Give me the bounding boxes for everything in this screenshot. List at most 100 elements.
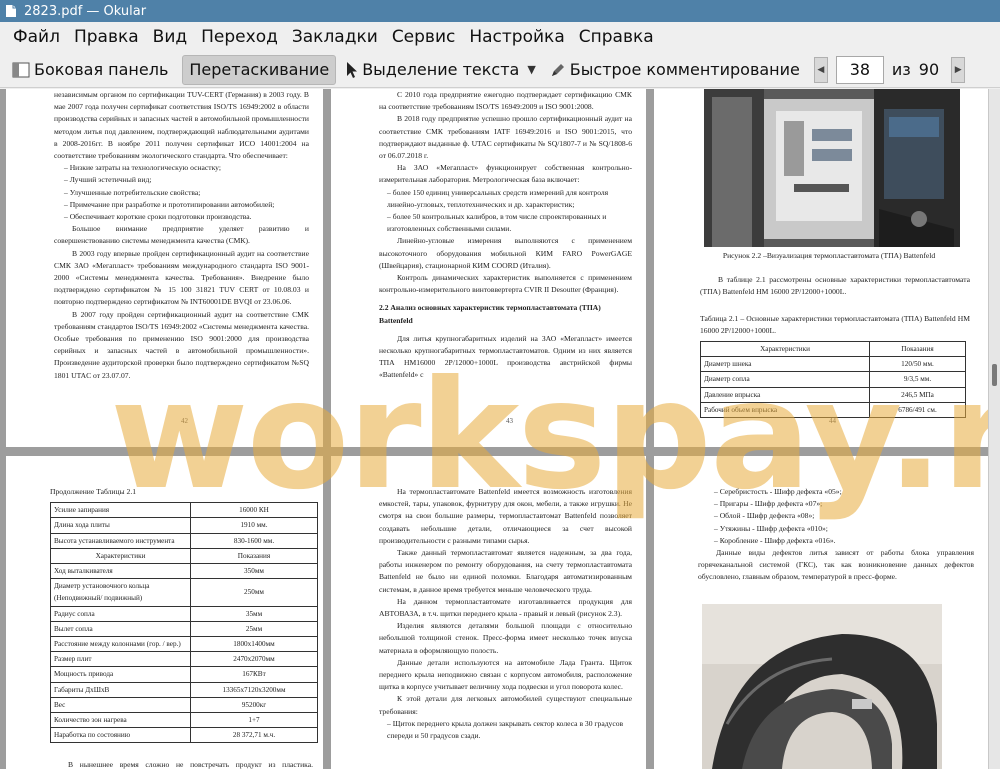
document-page-44: Рисунок 2.2 –Визуализация термопластавто…: [654, 89, 988, 447]
menu-file[interactable]: Файл: [6, 27, 67, 47]
page-number: 43: [506, 417, 513, 425]
table-cell: 9/3,5 мм.: [869, 371, 966, 388]
page-paragraph: В таблице 2.1 рассмотрены основные харак…: [700, 275, 970, 297]
quick-annotate-button[interactable]: Быстрое комментирование: [544, 55, 806, 85]
menu-go[interactable]: Переход: [194, 27, 285, 47]
table-cell: 28 372,71 м.ч.: [190, 727, 318, 744]
page-number: 44: [829, 417, 836, 425]
page-paragraph: С 2010 года предприятие ежегодно подтвер…: [379, 90, 632, 112]
table-cell: 25мм: [190, 620, 318, 638]
menu-view[interactable]: Вид: [146, 27, 194, 47]
page-paragraph: Данные виды дефектов литья зависят от ра…: [698, 548, 974, 582]
table-cell: 830-1600 мм.: [190, 532, 318, 549]
page-number: 42: [181, 417, 188, 425]
table-row: Усилие запирания 16000 КН: [50, 502, 318, 519]
previous-page-button[interactable]: ◀: [813, 56, 828, 83]
page-paragraph: Для литья крупногабаритных изделий на ЗА…: [379, 333, 632, 380]
page-number-input[interactable]: 38: [835, 55, 884, 84]
page-list: Щиток переднего крыла должен закрывать с…: [379, 718, 632, 742]
page-paragraph: Изделия являются деталями большой площад…: [379, 621, 632, 655]
cursor-arrow-icon: [347, 61, 358, 78]
pen-icon: [551, 63, 564, 76]
okular-window: 2823.pdf — Okular Файл Правка Вид Перехо…: [0, 0, 1000, 769]
table-row: Количество зон нагрева 1+7: [50, 712, 318, 729]
menu-edit[interactable]: Правка: [67, 27, 146, 47]
page-paragraph: независимым органом по сертификации TUV-…: [54, 90, 309, 161]
table-cell: Давление впрыска: [700, 386, 870, 403]
table-row: Длина хода плиты 1910 мм.: [50, 517, 318, 534]
table-row: Диаметр сопла 9/3,5 мм.: [700, 371, 966, 388]
table-cell: Расстояние между колоннами (гор. / вер.): [50, 636, 191, 653]
page-paragraph: Контроль динамических характеристик выпо…: [379, 273, 632, 295]
table-row: Радиус сопла 35мм: [50, 605, 318, 622]
table-cell: 167КВт: [190, 666, 318, 683]
table-cell: Вес: [50, 696, 191, 714]
scrollbar-thumb[interactable]: [992, 364, 997, 386]
menu-bookmarks[interactable]: Закладки: [285, 27, 385, 47]
window-title: 2823.pdf — Okular: [24, 3, 147, 19]
list-item: Серебристость - Шифр дефекта «05»;: [714, 486, 974, 498]
next-page-button[interactable]: ▶: [951, 56, 966, 83]
page-navigation: ◀ 38 из 90 ▶: [813, 55, 966, 84]
table-cell: Высота устанавливаемого инструмента: [50, 532, 191, 549]
page-paragraph: В нынешнее время сложно не повстречать п…: [68, 760, 313, 769]
table-row: Вес 95200кг: [50, 696, 318, 714]
table-cell: Наработка по состоянию: [50, 727, 191, 744]
table-cell: 2470х2070мм: [190, 651, 318, 668]
table-row: Диаметр шнека 120/50 мм.: [700, 356, 966, 373]
menu-settings[interactable]: Настройка: [462, 27, 571, 47]
table-cell: 120/50 мм.: [869, 356, 966, 373]
sidebar-icon: [12, 62, 30, 77]
list-item: более 150 единиц универсальных средств и…: [387, 187, 632, 211]
table-row: Вылет сопла 25мм: [50, 620, 318, 638]
page-paragraph: На термопластавтомате Battenfeld имеется…: [379, 487, 632, 545]
vertical-scrollbar[interactable]: [988, 89, 1000, 769]
list-item: Утяжины - Шифр дефекта «010»;: [714, 523, 974, 535]
spec-table: Характеристики Показания Диаметр шнека 120…: [700, 340, 966, 419]
okular-app-icon: [4, 4, 18, 18]
page-list: Низкие затраты на технологическую оснаст…: [54, 162, 309, 223]
table-cell: 246,5 МПа: [869, 386, 966, 403]
table-row: Характеристики Показания: [50, 547, 318, 565]
table-cell: Вылет сопла: [50, 620, 191, 638]
list-item: Обеспечивает короткие сроки подготовки п…: [64, 211, 309, 223]
table-cell: Диаметр сопла: [700, 371, 870, 388]
table-cell: Ход выталкивателя: [50, 563, 191, 580]
quick-annotate-label: Быстрое комментирование: [569, 60, 800, 79]
page-of-label: из: [891, 60, 911, 79]
list-item: Коробление - Шифр дефекта «016».: [714, 535, 974, 547]
table-row: Давление впрыска 246,5 МПа: [700, 386, 966, 403]
table-row: Расстояние между колоннами (гор. / вер.)…: [50, 636, 318, 653]
table-cell: 350мм: [190, 563, 318, 580]
table-cell: Рабочий объем впрыска: [700, 401, 870, 419]
table-cell: 35мм: [190, 605, 318, 622]
table-cell: Усилие запирания: [50, 502, 191, 519]
list-item: Облой - Шифр дефекта «08»;: [714, 510, 974, 522]
page-paragraph: На данном термопластавтомате изготавлива…: [379, 596, 632, 619]
menu-help[interactable]: Справка: [572, 27, 661, 47]
list-item: более 50 контрольных калибров, в том чис…: [387, 211, 632, 235]
table-row: Ход выталкивателя 350мм: [50, 563, 318, 580]
table-row: Мощность привода 167КВт: [50, 666, 318, 683]
table-cell: 1910 мм.: [190, 517, 318, 534]
text-select-button[interactable]: Выделение текста ▼: [340, 55, 542, 85]
table-cell: Размер плит: [50, 651, 191, 668]
chevron-down-icon[interactable]: ▼: [527, 63, 535, 76]
section-heading: 2.2 Анализ основных характеристик термоп…: [379, 303, 601, 325]
figure-caption: Рисунок 2.2 –Визуализация термопластавто…: [722, 251, 936, 260]
drag-mode-button[interactable]: Перетаскивание: [182, 54, 337, 85]
drag-mode-label: Перетаскивание: [189, 60, 330, 79]
list-item: Лучший эстетичный вид;: [64, 174, 309, 186]
menu-tools[interactable]: Сервис: [385, 27, 463, 47]
table-row: Высота устанавливаемого инструмента 830-1…: [50, 532, 318, 549]
sidebar-toggle-button[interactable]: Боковая панель: [6, 55, 174, 85]
main-toolbar: Боковая панель Перетаскивание Выделение …: [0, 52, 1000, 88]
list-item: Пригары - Шифр дефекта «07»;: [714, 498, 974, 510]
document-page-47: Серебристость - Шифр дефекта «05»; Прига…: [654, 456, 988, 769]
list-item: Примечание при разработке и прототипиров…: [64, 199, 309, 211]
table-cell: 16000 КН: [190, 502, 318, 519]
table-row: Размер плит 2470х2070мм: [50, 651, 318, 668]
document-viewport[interactable]: независимым органом по сертификации TUV-…: [0, 89, 988, 769]
machine-photo: [704, 89, 960, 247]
table-row: Наработка по состоянию 28 372,71 м.ч.: [50, 727, 318, 744]
